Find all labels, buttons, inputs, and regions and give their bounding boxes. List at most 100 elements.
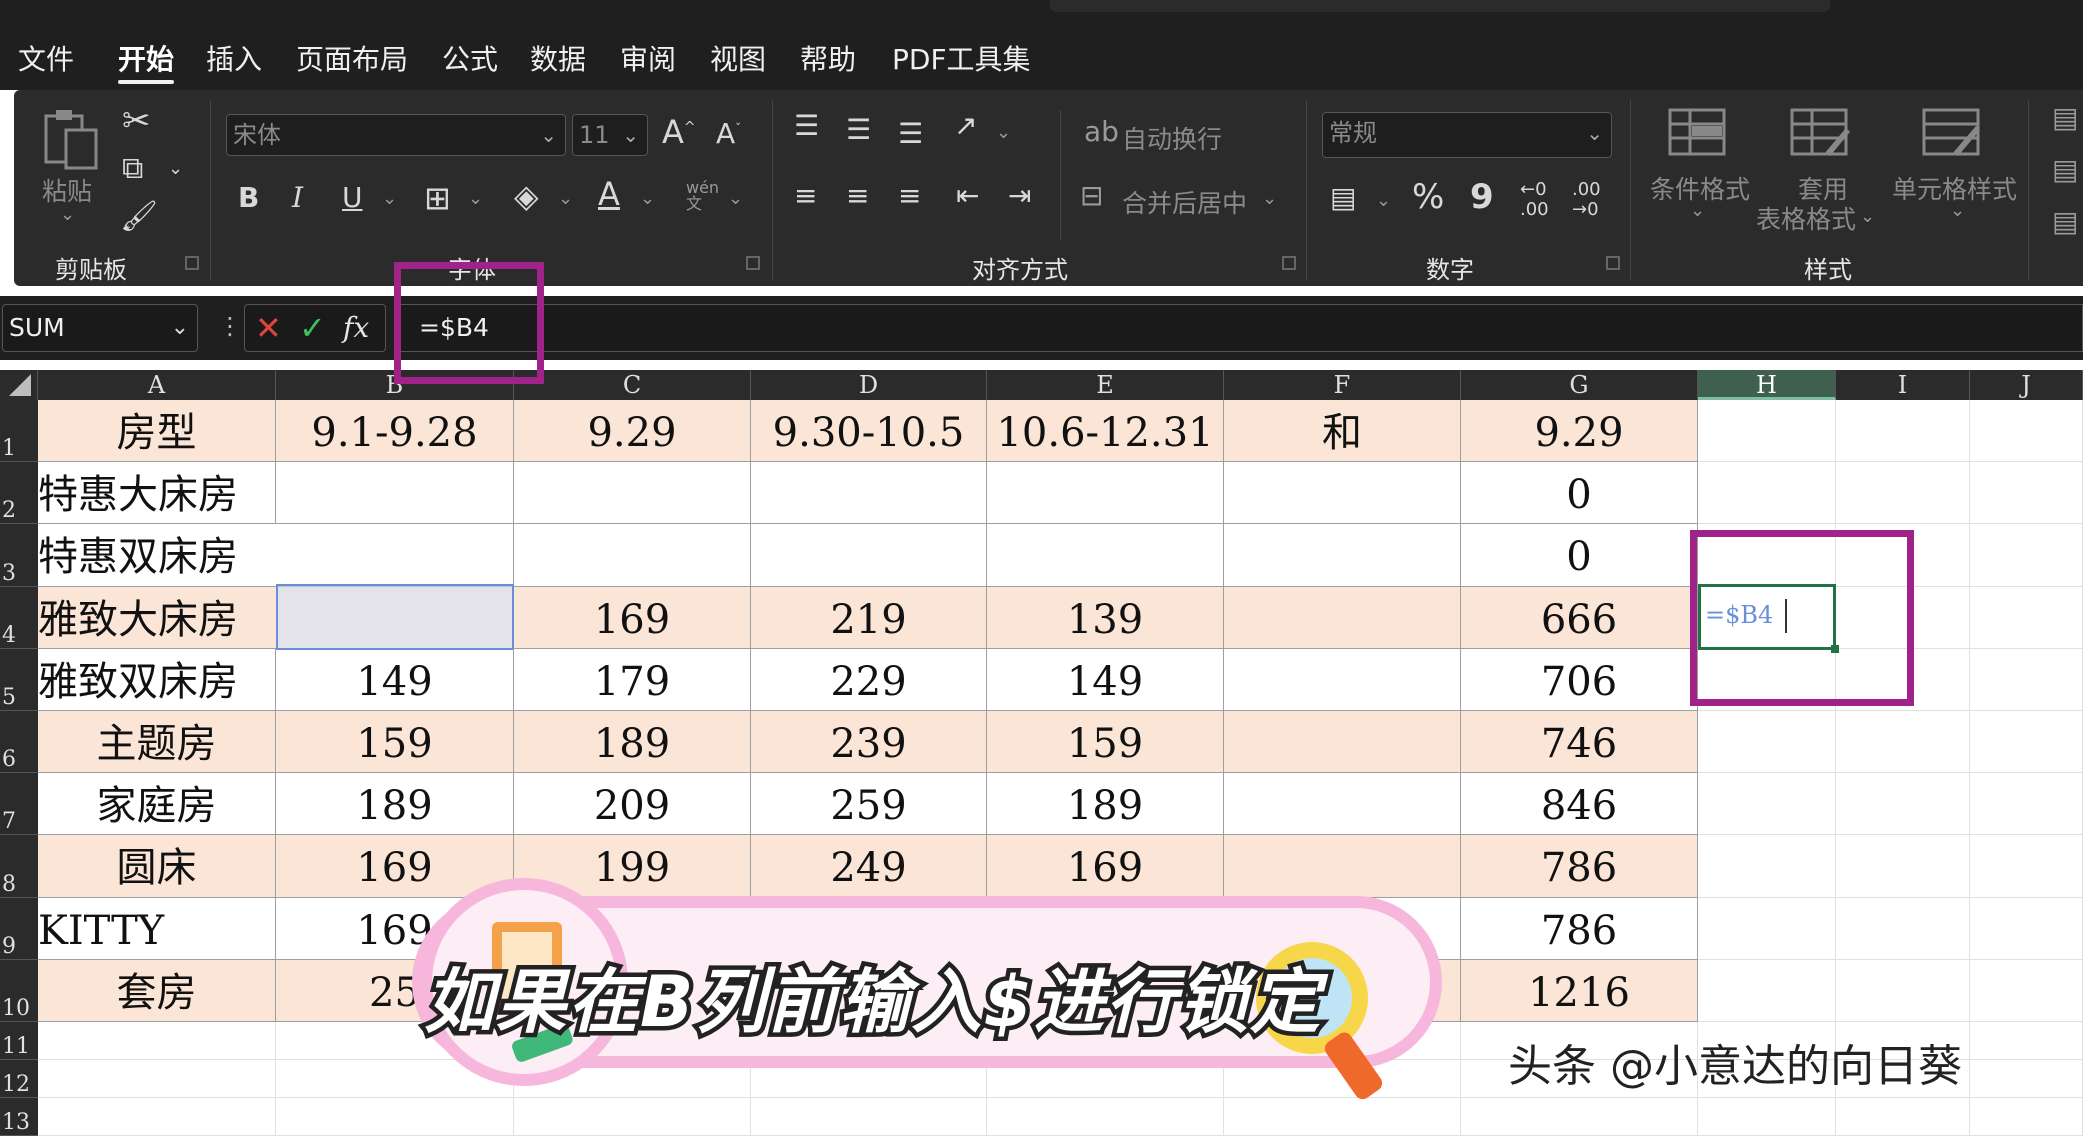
row-header-3[interactable]: 3 xyxy=(0,524,38,587)
menu-page-layout[interactable]: 页面布局 xyxy=(296,38,408,78)
price-cell-d[interactable] xyxy=(751,524,987,587)
font-name-combo[interactable]: 宋体 ⌄ xyxy=(226,114,566,156)
name-box[interactable]: SUM ⌄ xyxy=(2,304,198,352)
price-cell-d[interactable]: 259 xyxy=(751,773,987,836)
menu-file[interactable]: 文件 xyxy=(18,38,74,78)
merge-dropdown-icon[interactable]: ⌄ xyxy=(1262,190,1277,208)
empty-cell[interactable] xyxy=(1836,1098,1970,1136)
empty-cell[interactable] xyxy=(1970,959,2083,1022)
price-cell-d[interactable] xyxy=(751,462,987,525)
price-cell-g[interactable]: 786 xyxy=(1461,835,1698,898)
row-header-7[interactable]: 7 xyxy=(0,773,38,836)
menu-formulas[interactable]: 公式 xyxy=(442,38,498,78)
insert-cells-icon[interactable]: ▤ xyxy=(2052,104,2078,132)
empty-cell[interactable] xyxy=(1698,959,1836,1022)
price-cell-b[interactable] xyxy=(276,462,514,525)
decrease-indent-icon[interactable]: ⇤ xyxy=(956,182,979,210)
cancel-icon[interactable]: ✕ xyxy=(255,309,282,347)
column-header-i[interactable]: I xyxy=(1836,370,1970,400)
empty-cell[interactable] xyxy=(1970,524,2083,587)
price-cell-c[interactable] xyxy=(514,462,751,525)
price-cell-f[interactable] xyxy=(1224,524,1461,587)
increase-decimal-button[interactable]: ←0 .00 xyxy=(1520,180,1549,220)
underline-dropdown-icon[interactable]: ⌄ xyxy=(382,190,397,208)
insert-function-button[interactable]: fx xyxy=(343,311,369,344)
menu-view[interactable]: 视图 xyxy=(710,38,766,78)
room-type-cell[interactable]: 圆床 xyxy=(38,835,276,898)
room-type-cell[interactable]: KITTY xyxy=(38,897,276,960)
column-header-j[interactable]: J xyxy=(1970,370,2083,400)
price-cell-c[interactable] xyxy=(514,524,751,587)
empty-cell[interactable] xyxy=(1836,462,1970,525)
alignment-dialog-launcher-icon[interactable] xyxy=(1282,256,1296,270)
row-header-4[interactable]: 4 xyxy=(0,586,38,649)
empty-cell[interactable] xyxy=(1836,773,1970,836)
price-cell-g[interactable]: 786 xyxy=(1461,897,1698,960)
price-cell-d[interactable]: 239 xyxy=(751,711,987,774)
align-middle-icon[interactable]: ☰ xyxy=(846,116,871,144)
menu-data[interactable]: 数据 xyxy=(530,38,586,78)
bold-button[interactable]: B xyxy=(238,184,259,212)
price-cell-e[interactable] xyxy=(987,524,1224,587)
format-cells-icon[interactable]: ▤ xyxy=(2052,208,2078,236)
empty-cell[interactable] xyxy=(1698,773,1836,836)
price-cell-b[interactable]: 189 xyxy=(276,773,514,836)
empty-cell[interactable] xyxy=(1970,648,2083,711)
empty-cell[interactable] xyxy=(1698,1098,1836,1136)
row-header-8[interactable]: 8 xyxy=(0,835,38,898)
price-cell-g[interactable]: 746 xyxy=(1461,711,1698,774)
empty-cell[interactable] xyxy=(751,1098,987,1136)
room-type-cell[interactable]: 家庭房 xyxy=(38,773,276,836)
conditional-format-button[interactable]: 条件格式 ⌄ xyxy=(1648,108,1750,238)
header-cell[interactable]: 和 xyxy=(1224,400,1461,463)
empty-cell[interactable] xyxy=(1698,835,1836,898)
header-cell[interactable]: 9.1-9.28 xyxy=(276,400,514,463)
header-cell[interactable]: 10.6-12.31 xyxy=(987,400,1224,463)
delete-cells-icon[interactable]: ▤ xyxy=(2052,156,2078,184)
price-cell-c[interactable]: 179 xyxy=(514,648,751,711)
number-format-combo[interactable]: 常规 ⌄ xyxy=(1322,112,1612,158)
empty-cell[interactable] xyxy=(1698,897,1836,960)
empty-cell[interactable] xyxy=(1836,835,1970,898)
currency-icon[interactable]: ▤ xyxy=(1330,184,1356,212)
decrease-font-icon[interactable]: Aˇ xyxy=(716,120,741,148)
price-cell-g[interactable]: 0 xyxy=(1461,462,1698,525)
column-header-f[interactable]: F xyxy=(1224,370,1461,400)
empty-cell[interactable] xyxy=(514,1098,751,1136)
orientation-dropdown-icon[interactable]: ⌄ xyxy=(996,124,1011,142)
increase-indent-icon[interactable]: ⇥ xyxy=(1008,182,1031,210)
price-cell-g[interactable]: 666 xyxy=(1461,586,1698,649)
font-color-dropdown-icon[interactable]: ⌄ xyxy=(640,190,655,208)
row-header-11[interactable]: 11 xyxy=(0,1022,38,1060)
more-options-icon[interactable]: ⋮ xyxy=(218,312,242,340)
header-cell[interactable]: 房型 xyxy=(38,400,276,463)
empty-cell[interactable] xyxy=(1461,1098,1698,1136)
formula-input[interactable]: =$B4 xyxy=(396,304,2083,352)
select-all-button[interactable] xyxy=(0,370,38,400)
increase-font-icon[interactable]: A^ xyxy=(662,116,696,148)
room-type-cell[interactable]: 特惠大床房 xyxy=(38,462,276,525)
empty-cell[interactable] xyxy=(38,1022,276,1060)
price-cell-c[interactable]: 209 xyxy=(514,773,751,836)
empty-cell[interactable] xyxy=(1836,400,1970,463)
empty-cell[interactable] xyxy=(38,1060,276,1098)
paste-dropdown-icon[interactable]: ⌄ xyxy=(60,206,75,224)
align-left-icon[interactable]: ≡ xyxy=(794,182,817,210)
phonetic-icon[interactable]: wén 文 xyxy=(686,180,719,212)
enter-icon[interactable]: ✓ xyxy=(299,309,326,347)
price-cell-e[interactable]: 149 xyxy=(987,648,1224,711)
empty-cell[interactable] xyxy=(1836,959,1970,1022)
empty-cell[interactable] xyxy=(1970,462,2083,525)
borders-icon[interactable]: ⊞ xyxy=(424,182,451,214)
price-cell-e[interactable]: 139 xyxy=(987,586,1224,649)
price-cell-g[interactable]: 706 xyxy=(1461,648,1698,711)
empty-cell[interactable] xyxy=(1970,1060,2083,1098)
percent-button[interactable]: % xyxy=(1412,180,1444,214)
empty-cell[interactable] xyxy=(1698,400,1836,463)
fill-color-icon[interactable]: ◈ xyxy=(514,180,539,212)
fill-dropdown-icon[interactable]: ⌄ xyxy=(558,190,573,208)
decrease-decimal-button[interactable]: .00 →0 xyxy=(1572,180,1601,220)
room-type-cell[interactable]: 套房 xyxy=(38,959,276,1022)
row-header-1[interactable]: 1 xyxy=(0,400,38,463)
empty-cell[interactable] xyxy=(38,1098,276,1136)
